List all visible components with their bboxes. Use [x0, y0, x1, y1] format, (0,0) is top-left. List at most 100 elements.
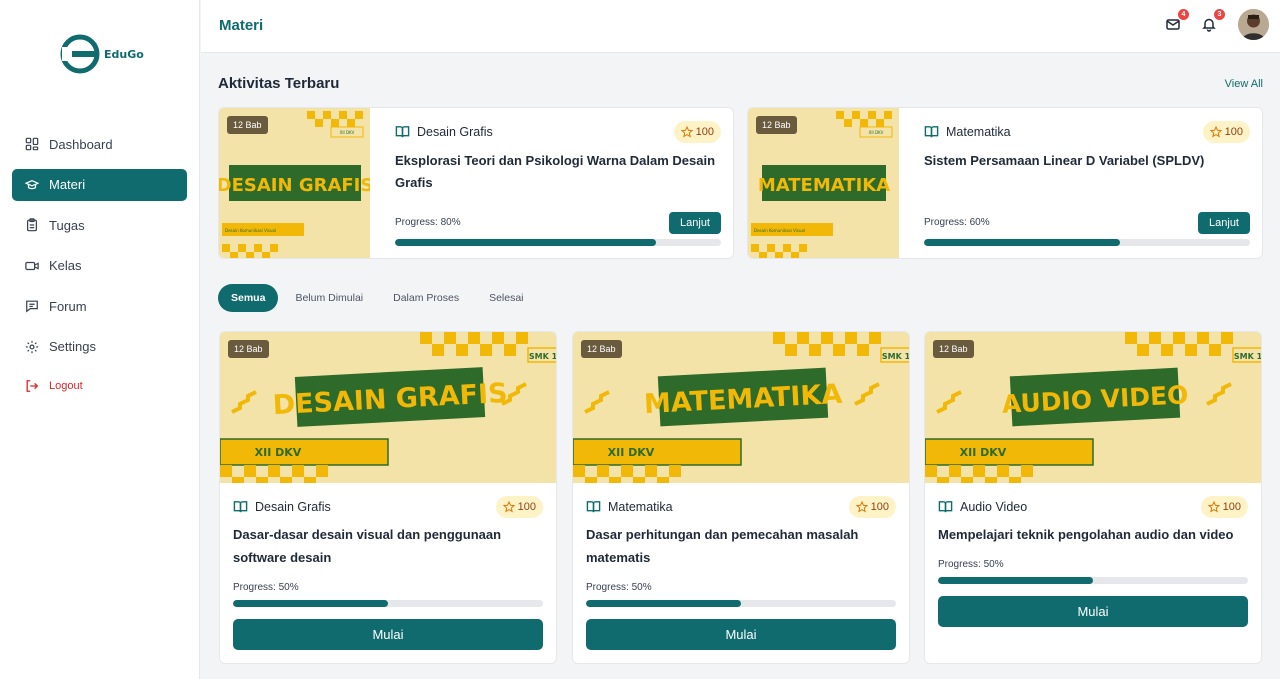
- thumb-tag: XII DKV: [869, 130, 884, 135]
- continue-button[interactable]: Lanjut: [669, 212, 721, 234]
- recent-card-matematika[interactable]: MATEMATIKA Desain Komunikasi Visual XII …: [747, 107, 1263, 259]
- tab-belum-dimulai[interactable]: Belum Dimulai: [282, 284, 376, 312]
- sidebar-item-tugas[interactable]: Tugas: [12, 209, 187, 241]
- sidebar: EduGo Dashboard Materi Tugas Kelas Forum…: [0, 0, 200, 679]
- progress-label: Progress: 50%: [938, 559, 1004, 570]
- book-icon: [233, 501, 248, 513]
- sidebar-item-settings[interactable]: Settings: [12, 331, 187, 363]
- sidebar-item-label: Materi: [49, 177, 86, 193]
- sidebar-item-materi[interactable]: Materi: [12, 168, 187, 201]
- progress-fill: [938, 577, 1093, 584]
- chapter-count-badge: 12 Bab: [933, 340, 974, 358]
- logo-icon: [60, 34, 100, 74]
- book-icon: [924, 126, 939, 138]
- thumb-subtitle: Desain Komunikasi Visual: [225, 228, 276, 233]
- points-value: 100: [1222, 501, 1241, 513]
- video-icon: [25, 261, 39, 270]
- subject-label: Desain Grafis: [395, 124, 493, 139]
- sidebar-item-label: Forum: [49, 298, 87, 314]
- tab-dalam-proses[interactable]: Dalam Proses: [380, 284, 472, 312]
- course-title: Eksplorasi Teori dan Psikologi Warna Dal…: [395, 153, 716, 190]
- sidebar-item-forum[interactable]: Forum: [12, 290, 187, 322]
- points-badge: 100: [673, 121, 721, 143]
- progress-fill: [586, 600, 741, 607]
- progress-fill: [233, 600, 388, 607]
- chapter-count-badge: 12 Bab: [581, 340, 622, 358]
- course-thumbnail: SMK 1 MATEMATIKA XII DKV: [573, 332, 910, 483]
- chapter-count-badge: 12 Bab: [228, 340, 269, 358]
- progress-label: Progress: 60%: [924, 217, 990, 228]
- tab-semua[interactable]: Semua: [218, 284, 279, 312]
- progress-label: Progress: 50%: [586, 582, 652, 593]
- course-thumbnail: SMK 1 DESAIN GRAFIS XII DKV: [220, 332, 557, 483]
- thumb-subtitle: Desain Komunikasi Visual: [754, 228, 805, 233]
- course-title: Dasar-dasar desain visual dan penggunaan…: [233, 527, 502, 565]
- logo-text: EduGo: [104, 47, 144, 61]
- logout-button[interactable]: Logout: [12, 372, 187, 400]
- sidebar-item-kelas[interactable]: Kelas: [12, 250, 187, 282]
- thumb-corner-label: SMK 1: [882, 352, 910, 361]
- points-badge: 100: [1202, 121, 1250, 143]
- course-card-matematika[interactable]: SMK 1 MATEMATIKA XII DKV 12 Bab Matemati…: [572, 331, 910, 664]
- star-icon: [1209, 126, 1222, 138]
- user-avatar-icon: [1238, 9, 1269, 40]
- points-value: 100: [1224, 126, 1243, 138]
- thumb-tag: XII DKV: [255, 446, 302, 459]
- sidebar-nav: Dashboard Materi Tugas Kelas Forum Setti…: [12, 128, 187, 408]
- sidebar-item-label: Dashboard: [49, 136, 113, 152]
- sidebar-item-label: Tugas: [49, 217, 85, 233]
- progress-bar: [586, 600, 896, 607]
- subject-name: Audio Video: [960, 499, 1028, 514]
- avatar[interactable]: [1238, 9, 1269, 40]
- course-card-audio-video[interactable]: SMK 1 AUDIO VIDEO XII DKV 12 Bab Audio V…: [924, 331, 1262, 664]
- course-thumbnail: SMK 1 AUDIO VIDEO XII DKV: [925, 332, 1262, 483]
- thumb-corner-label: SMK 1: [529, 352, 557, 361]
- logout-icon: [26, 379, 39, 392]
- subject-label: Matematika: [586, 499, 673, 514]
- start-button[interactable]: Mulai: [938, 596, 1248, 627]
- view-all-link[interactable]: View All: [1225, 78, 1263, 90]
- points-badge: 100: [848, 496, 896, 518]
- chapter-count-badge: 12 Bab: [227, 116, 268, 134]
- sidebar-item-label: Settings: [49, 339, 96, 355]
- dashboard-icon: [25, 137, 39, 151]
- mail-button[interactable]: 4: [1164, 9, 1189, 33]
- thumb-tag: XII DKV: [340, 130, 355, 135]
- progress-label: Progress: 50%: [233, 582, 299, 593]
- thumb-corner-label: SMK 1: [1234, 352, 1262, 361]
- course-card-desain-grafis[interactable]: SMK 1 DESAIN GRAFIS XII DKV 12 Bab Desai…: [219, 331, 557, 664]
- progress-bar: [233, 600, 543, 607]
- notification-count-badge: 3: [1214, 9, 1225, 20]
- recent-card-desain-grafis[interactable]: DESAIN GRAFIS Desain Komunikasi Visual X…: [218, 107, 734, 259]
- course-title: Sistem Persamaan Linear D Variabel (SPLD…: [924, 153, 1205, 168]
- sidebar-item-dashboard[interactable]: Dashboard: [12, 128, 187, 160]
- tab-selesai[interactable]: Selesai: [476, 284, 536, 312]
- subject-label: Matematika: [924, 124, 1011, 139]
- page-title: Materi: [219, 17, 264, 34]
- progress-fill: [924, 239, 1120, 246]
- thumb-title: DESAIN GRAFIS: [219, 175, 370, 196]
- notification-button[interactable]: 3: [1200, 9, 1225, 33]
- message-icon: [26, 300, 38, 313]
- start-button[interactable]: Mulai: [233, 619, 543, 650]
- app-logo[interactable]: EduGo: [60, 28, 144, 80]
- thumb-title: MATEMATIKA: [758, 175, 890, 196]
- thumb-tag: XII DKV: [960, 446, 1007, 459]
- top-header: Materi 4 3: [201, 0, 1280, 53]
- start-button[interactable]: Mulai: [586, 619, 896, 650]
- course-title: Dasar perhitungan dan pemecahan masalah …: [586, 527, 859, 565]
- points-badge: 100: [1200, 496, 1248, 518]
- recent-activity-title: Aktivitas Terbaru: [218, 75, 340, 92]
- points-value: 100: [695, 126, 714, 138]
- graduation-cap-icon: [25, 179, 39, 189]
- star-icon: [855, 501, 868, 513]
- continue-button[interactable]: Lanjut: [1198, 212, 1250, 234]
- points-value: 100: [517, 501, 536, 513]
- subject-name: Desain Grafis: [255, 499, 331, 514]
- subject-name: Desain Grafis: [417, 124, 493, 139]
- progress-bar: [395, 239, 721, 246]
- course-title: Mempelajari teknik pengolahan audio dan …: [938, 527, 1234, 542]
- subject-name: Matematika: [946, 124, 1011, 139]
- mail-count-badge: 4: [1178, 9, 1189, 20]
- subject-label: Audio Video: [938, 499, 1027, 514]
